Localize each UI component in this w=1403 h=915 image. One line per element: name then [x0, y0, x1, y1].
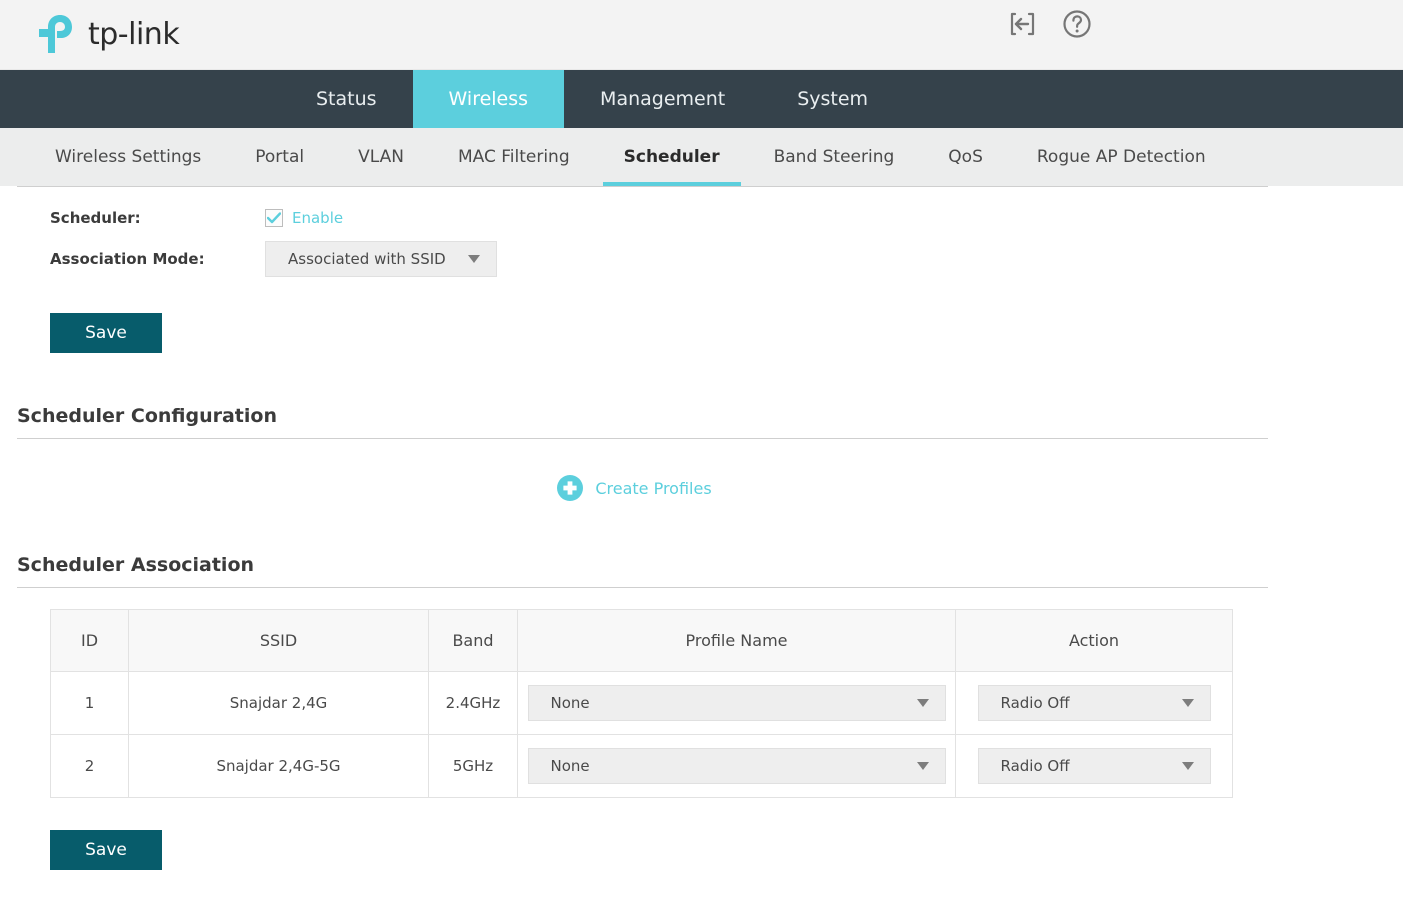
subnav-item-scheduler-label: Scheduler — [624, 147, 720, 167]
cell-band: 2.4GHz — [429, 672, 518, 735]
subnav-item-qos-label: QoS — [948, 147, 983, 167]
scheduler-label: Scheduler: — [50, 209, 265, 227]
table-head: ID SSID Band Profile Name Action — [51, 610, 1233, 672]
scheduler-association-divider — [17, 587, 1268, 588]
subnav-item-wireless-settings[interactable]: Wireless Settings — [28, 128, 228, 186]
table-row: 2 Snajdar 2,4G-5G 5GHz None Radio Off — [51, 735, 1233, 798]
column-header-ssid: SSID — [129, 610, 429, 672]
scheduler-association-table-wrap: ID SSID Band Profile Name Action 1 Snajd… — [50, 609, 1232, 798]
subnav-item-vlan[interactable]: VLAN — [331, 128, 431, 186]
table-body: 1 Snajdar 2,4G 2.4GHz None Radio Off — [51, 672, 1233, 798]
nav-item-wireless[interactable]: Wireless — [413, 70, 565, 128]
cell-id: 1 — [51, 672, 129, 735]
column-header-profile-name: Profile Name — [518, 610, 956, 672]
subnav-item-scheduler[interactable]: Scheduler — [597, 128, 747, 186]
cell-band: 5GHz — [429, 735, 518, 798]
sub-navigation: Wireless Settings Portal VLAN MAC Filter… — [0, 128, 1403, 186]
logout-icon[interactable] — [1007, 8, 1039, 40]
subnav-item-mac-filtering-label: MAC Filtering — [458, 147, 570, 167]
subnav-item-band-steering-label: Band Steering — [774, 147, 895, 167]
subnav-item-portal[interactable]: Portal — [228, 128, 331, 186]
save-association-button[interactable]: Save — [50, 830, 162, 870]
subnav-item-portal-label: Portal — [255, 147, 304, 167]
action-value-row-1: Radio Off — [979, 694, 1070, 712]
plus-circle-icon — [556, 474, 584, 502]
scheduler-configuration-section: Scheduler Configuration Create Profiles — [0, 405, 1403, 502]
column-header-band: Band — [429, 610, 518, 672]
subnav-item-vlan-label: VLAN — [358, 147, 404, 167]
scheduler-association-title: Scheduler Association — [17, 554, 1403, 576]
association-mode-label: Association Mode: — [50, 250, 265, 268]
subnav-item-rogue-ap-detection-label: Rogue AP Detection — [1037, 147, 1206, 167]
subnav-item-band-steering[interactable]: Band Steering — [747, 128, 922, 186]
checkbox-box[interactable] — [265, 209, 283, 227]
association-mode-row: Association Mode: Associated with SSID — [0, 241, 1403, 277]
column-header-id: ID — [51, 610, 129, 672]
profile-name-value-row-2: None — [529, 757, 590, 775]
nav-item-system[interactable]: System — [761, 70, 904, 128]
header-bar: tp-link — [0, 0, 1403, 70]
association-mode-select[interactable]: Associated with SSID — [265, 241, 497, 277]
chevron-down-icon — [1182, 699, 1194, 707]
cell-ssid: Snajdar 2,4G-5G — [129, 735, 429, 798]
main-navigation: Status Wireless Management System — [0, 70, 1403, 128]
cell-profile-name: None — [518, 735, 956, 798]
brand-logo: tp-link — [34, 8, 179, 60]
scheduler-configuration-title: Scheduler Configuration — [17, 405, 1403, 427]
action-select-row-1[interactable]: Radio Off — [978, 685, 1211, 721]
scheduler-enable-checkbox[interactable]: Enable — [265, 209, 343, 227]
help-icon[interactable] — [1061, 8, 1093, 40]
nav-item-status-label: Status — [316, 88, 377, 110]
association-mode-value: Associated with SSID — [266, 250, 446, 268]
profile-name-select-row-1[interactable]: None — [528, 685, 946, 721]
brand-name: tp-link — [88, 17, 179, 52]
column-header-action: Action — [956, 610, 1233, 672]
save-settings-button[interactable]: Save — [50, 313, 162, 353]
scheduler-association-table: ID SSID Band Profile Name Action 1 Snajd… — [50, 609, 1233, 798]
page-content: Scheduler: Enable Association Mode: Asso… — [0, 186, 1403, 915]
nav-item-status[interactable]: Status — [280, 70, 413, 128]
subnav-item-mac-filtering[interactable]: MAC Filtering — [431, 128, 597, 186]
scheduler-enable-row: Scheduler: Enable — [0, 209, 1403, 227]
profile-name-select-row-2[interactable]: None — [528, 748, 946, 784]
check-icon — [267, 212, 281, 224]
nav-item-wireless-label: Wireless — [449, 88, 529, 110]
action-select-row-2[interactable]: Radio Off — [978, 748, 1211, 784]
chevron-down-icon — [1182, 762, 1194, 770]
subnav-item-qos[interactable]: QoS — [921, 128, 1010, 186]
cell-action: Radio Off — [956, 735, 1233, 798]
cell-profile-name: None — [518, 672, 956, 735]
nav-item-system-label: System — [797, 88, 868, 110]
action-value-row-2: Radio Off — [979, 757, 1070, 775]
header-icons — [1007, 8, 1093, 40]
table-header-row: ID SSID Band Profile Name Action — [51, 610, 1233, 672]
cell-action: Radio Off — [956, 672, 1233, 735]
nav-item-management[interactable]: Management — [564, 70, 761, 128]
nav-item-management-label: Management — [600, 88, 725, 110]
tplink-logo-icon — [34, 11, 80, 57]
scheduler-enable-label: Enable — [292, 209, 343, 227]
create-profiles-label: Create Profiles — [595, 479, 711, 498]
chevron-down-icon — [917, 699, 929, 707]
scheduler-configuration-divider — [17, 438, 1268, 439]
cell-id: 2 — [51, 735, 129, 798]
table-row: 1 Snajdar 2,4G 2.4GHz None Radio Off — [51, 672, 1233, 735]
scheduler-settings-form: Scheduler: Enable Association Mode: Asso… — [0, 187, 1403, 353]
create-profiles-button[interactable]: Create Profiles — [0, 474, 1268, 502]
chevron-down-icon — [917, 762, 929, 770]
cell-ssid: Snajdar 2,4G — [129, 672, 429, 735]
subnav-item-rogue-ap-detection[interactable]: Rogue AP Detection — [1010, 128, 1233, 186]
chevron-down-icon — [468, 255, 480, 263]
subnav-item-wireless-settings-label: Wireless Settings — [55, 147, 201, 167]
scheduler-association-section: Scheduler Association ID SSID Band Profi… — [0, 554, 1403, 870]
profile-name-value-row-1: None — [529, 694, 590, 712]
